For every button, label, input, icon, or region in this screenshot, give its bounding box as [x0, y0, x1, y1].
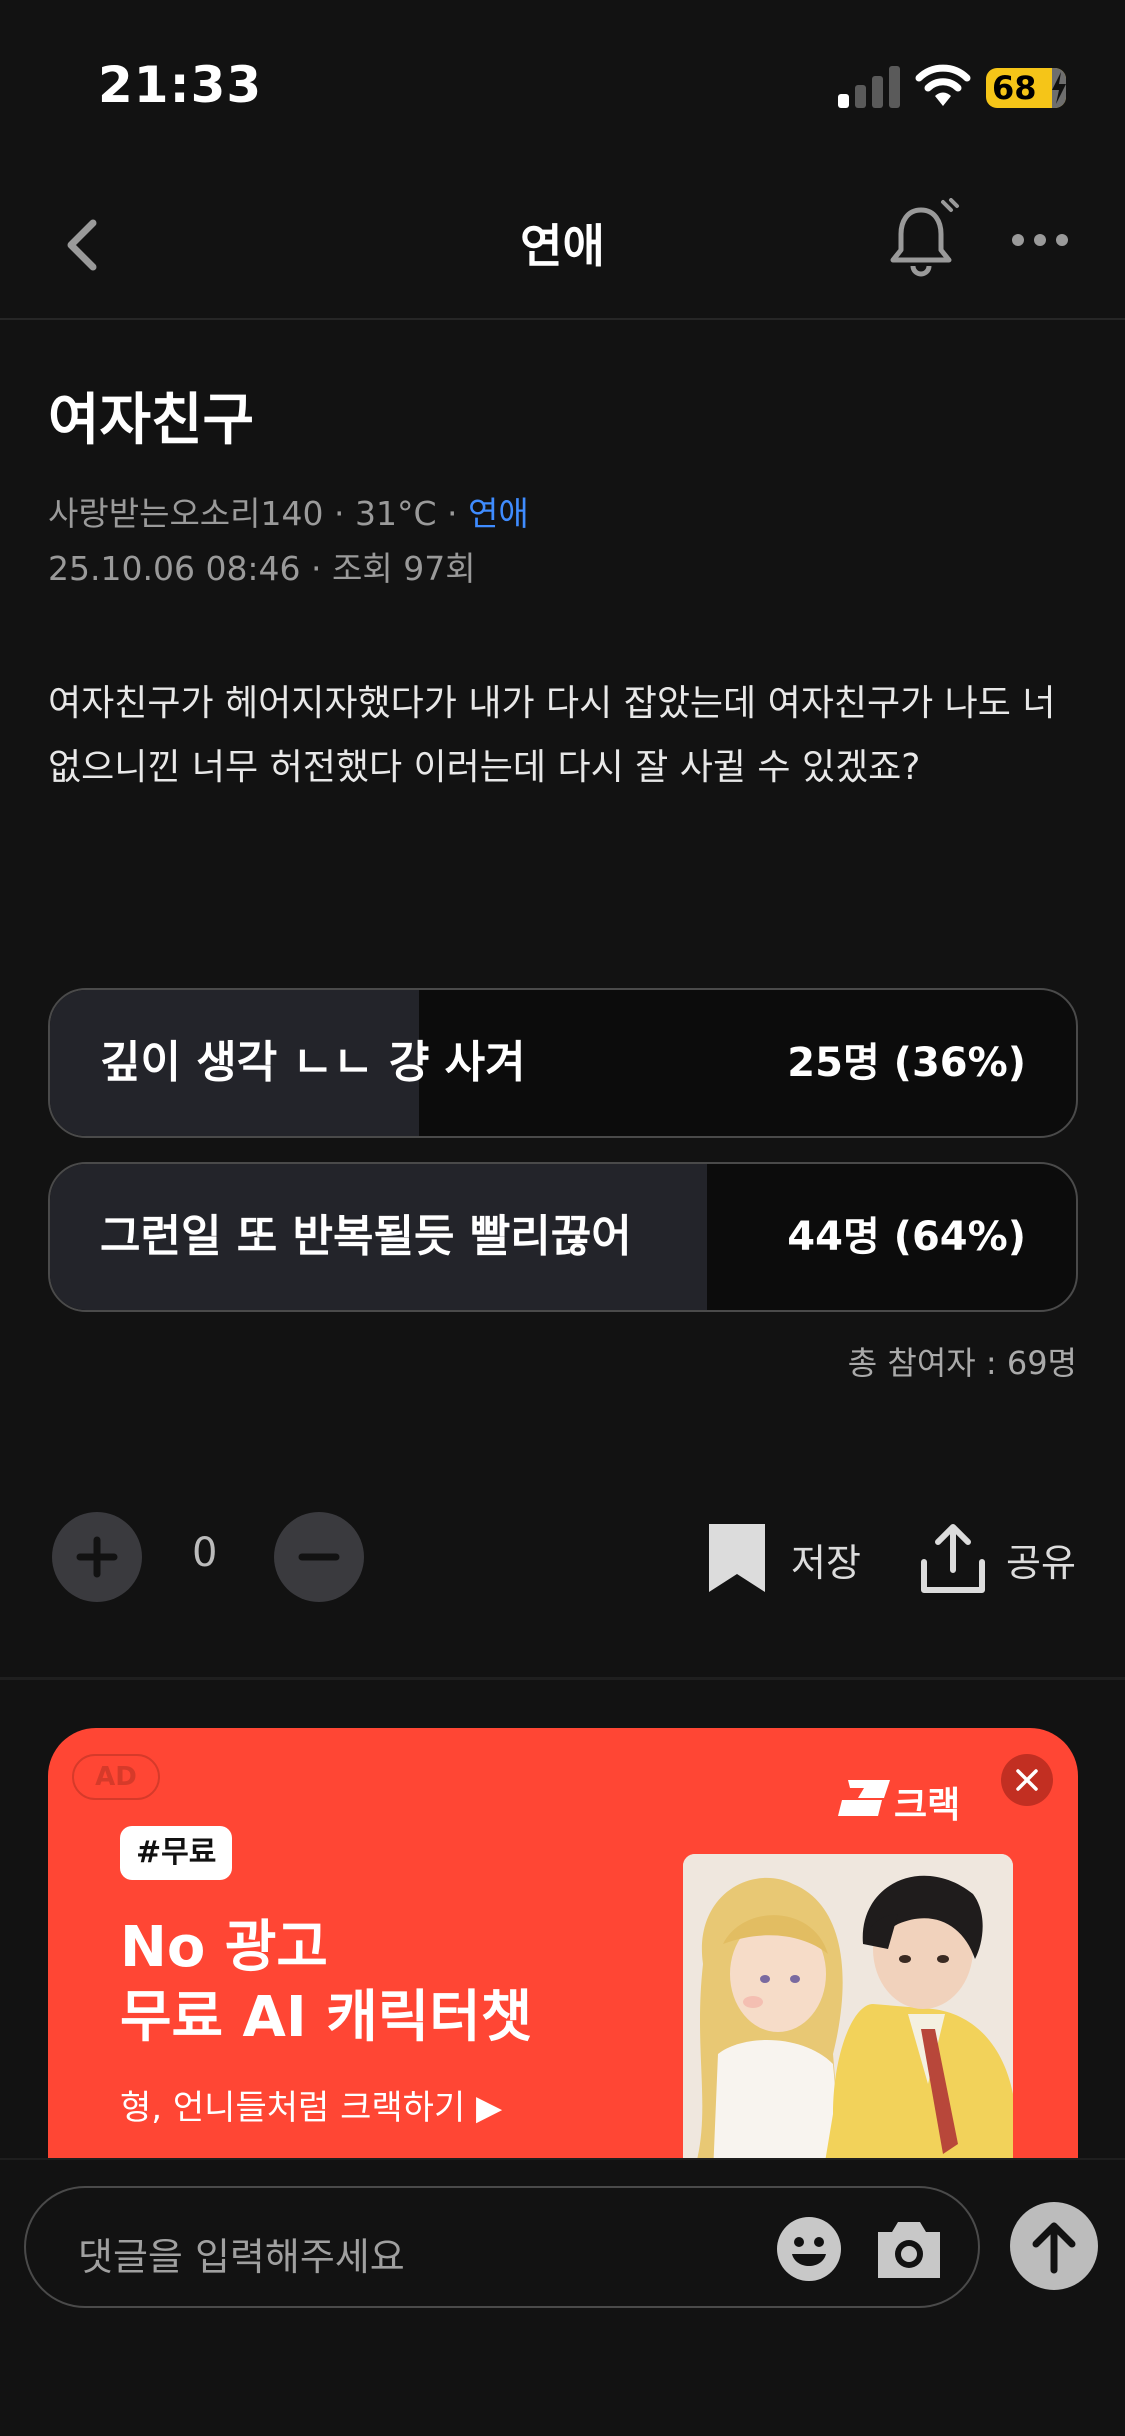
post-datetime: 25.10.06 08:46	[48, 549, 301, 588]
poll-option-result: 44명 (64%)	[787, 1214, 1026, 1260]
post-title: 여자친구	[48, 388, 255, 453]
send-arrow-icon	[1032, 2222, 1076, 2274]
more-icon[interactable]	[1010, 220, 1070, 260]
ad-headline: No 광고 무료 AI 캐릭터챗	[120, 1913, 532, 2053]
ad-brand-name: 크랙	[894, 1785, 961, 1826]
downvote-button[interactable]	[274, 1512, 364, 1602]
minus-icon	[298, 1553, 340, 1561]
poll-option-result: 25명 (36%)	[787, 1040, 1026, 1086]
bell-icon[interactable]	[885, 198, 961, 280]
ad-banner[interactable]: AD 크랙 #무료 No 광고 무료 AI 캐릭터챗 형, 언니들처럼 크랙하기…	[48, 1728, 1078, 2158]
status-time: 21:33	[98, 56, 263, 114]
post-meta-author: 사랑받는오소리140 · 31°C · 연애	[48, 494, 529, 533]
close-icon	[1016, 1769, 1038, 1791]
status-bar: 21:33 68	[0, 0, 1125, 170]
ad-headline-line1: No 광고	[120, 1915, 328, 1980]
poll-total: 총 참여자 : 69명	[847, 1344, 1077, 1382]
emoji-icon[interactable]	[776, 2216, 842, 2282]
board-link[interactable]: 연애	[468, 494, 529, 533]
ad-headline-line2: 무료 AI 캐릭터챗	[120, 1985, 533, 2050]
poll-option-1[interactable]: 깊이 생각 ㄴㄴ 걍 사겨 25명 (36%)	[48, 988, 1078, 1138]
comment-placeholder: 댓글을 입력해주세요	[78, 2235, 405, 2279]
plus-icon	[76, 1536, 118, 1578]
send-button[interactable]	[1010, 2202, 1098, 2290]
section-divider	[0, 1677, 1125, 1680]
poll-option-2[interactable]: 그런일 또 반복될듯 빨리끊어 44명 (64%)	[48, 1162, 1078, 1312]
comment-bar: 댓글을 입력해주세요	[0, 2158, 1125, 2436]
signal-icon	[838, 66, 900, 108]
battery-level: 68	[992, 69, 1037, 107]
poll-option-label: 그런일 또 반복될듯 빨리끊어	[100, 1211, 632, 1262]
camera-icon[interactable]	[874, 2216, 944, 2282]
share-icon	[921, 1524, 985, 1593]
brand-mark-icon	[838, 1780, 890, 1816]
post-meta-info: 25.10.06 08:46 · 조회 97회	[48, 549, 476, 588]
vote-count: 0	[192, 1530, 218, 1576]
ad-character-image	[683, 1854, 1013, 2158]
share-label: 공유	[1006, 1541, 1076, 1585]
author-name[interactable]: 사랑받는오소리140	[48, 494, 324, 533]
upvote-button[interactable]	[52, 1512, 142, 1602]
ad-subtext[interactable]: 형, 언니들처럼 크랙하기 ▶	[120, 2080, 502, 2129]
comment-input[interactable]: 댓글을 입력해주세요	[24, 2186, 980, 2308]
poll-option-label: 깊이 생각 ㄴㄴ 걍 사겨	[100, 1037, 526, 1088]
ad-tag: #무료	[120, 1826, 233, 1880]
post-body: 여자친구가 헤어지자했다가 내가 다시 잡았는데 여자친구가 나도 너 없으니낀…	[48, 683, 1056, 788]
bookmark-icon	[709, 1524, 765, 1592]
top-nav-bar: 연애	[0, 170, 1125, 320]
save-label: 저장	[791, 1541, 861, 1585]
ad-close-button[interactable]	[1001, 1754, 1053, 1806]
ad-badge: AD	[72, 1754, 160, 1800]
wifi-icon	[915, 64, 971, 106]
ad-brand-logo: 크랙	[838, 1776, 961, 1828]
post-views: 조회 97회	[332, 549, 476, 588]
battery-icon: 68	[986, 68, 1066, 108]
author-temperature: 31°C	[355, 494, 437, 533]
